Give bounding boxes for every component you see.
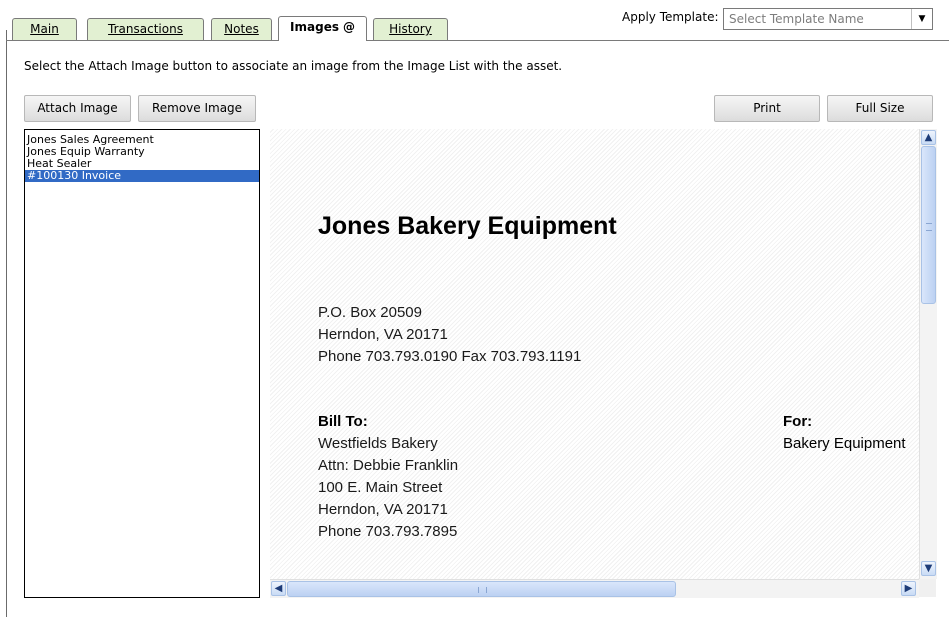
tab-notes[interactable]: Notes <box>211 18 272 40</box>
horizontal-scrollbar[interactable]: ◀ ▶ <box>270 579 919 598</box>
apply-template-label: Apply Template: <box>622 10 719 24</box>
scrollbar-corner <box>919 579 936 597</box>
image-list[interactable]: Jones Sales Agreement Jones Equip Warran… <box>24 129 260 598</box>
invoice-address-line: P.O. Box 20509 <box>318 304 422 321</box>
grip-icon <box>478 587 487 593</box>
bill-to-line: Attn: Debbie Franklin <box>318 457 459 474</box>
tab-history[interactable]: History <box>373 18 448 40</box>
scroll-up-icon[interactable]: ▲ <box>921 130 936 145</box>
panel-left-border <box>6 30 7 617</box>
image-preview: Jones Bakery Equipment P.O. Box 20509 He… <box>270 129 919 579</box>
template-select[interactable]: Select Template Name ▼ <box>723 8 933 30</box>
template-select-placeholder: Select Template Name <box>729 12 864 26</box>
horizontal-scroll-thumb[interactable] <box>287 581 676 597</box>
tab-main[interactable]: Main <box>12 18 77 40</box>
remove-image-button[interactable]: Remove Image <box>138 95 256 122</box>
grip-icon <box>926 223 932 231</box>
tab-transactions[interactable]: Transactions <box>87 18 204 40</box>
invoice-address-line: Herndon, VA 20171 <box>318 326 448 343</box>
vertical-scroll-thumb[interactable] <box>921 146 936 304</box>
for-value: Bakery Equipment <box>783 435 906 452</box>
for-heading: For: <box>783 413 813 430</box>
bill-to-line: 100 E. Main Street <box>318 479 443 496</box>
list-item-selected[interactable]: #100130 Invoice <box>25 170 259 182</box>
invoice-company-name: Jones Bakery Equipment <box>318 212 617 240</box>
invoice-phone-fax: Phone 703.793.0190 Fax 703.793.1191 <box>318 348 582 365</box>
scroll-left-icon[interactable]: ◀ <box>271 581 286 596</box>
bill-to-line: Westfields Bakery <box>318 435 438 452</box>
print-button[interactable]: Print <box>714 95 820 122</box>
attach-image-button[interactable]: Attach Image <box>24 95 131 122</box>
full-size-button[interactable]: Full Size <box>827 95 933 122</box>
instruction-text: Select the Attach Image button to associ… <box>24 59 563 73</box>
vertical-scrollbar[interactable]: ▲ ▼ <box>919 129 937 579</box>
paperclip-icon: @ <box>342 20 355 34</box>
bill-to-heading: Bill To: <box>318 413 368 430</box>
tab-divider <box>6 40 949 41</box>
chevron-down-icon[interactable]: ▼ <box>911 9 932 29</box>
tab-images[interactable]: Images @ <box>278 16 367 41</box>
bill-to-line: Phone 703.793.7895 <box>318 523 458 540</box>
invoice-document: Jones Bakery Equipment P.O. Box 20509 He… <box>270 129 919 579</box>
scroll-down-icon[interactable]: ▼ <box>921 561 936 576</box>
scroll-right-icon[interactable]: ▶ <box>901 581 916 596</box>
bill-to-line: Herndon, VA 20171 <box>318 501 448 518</box>
